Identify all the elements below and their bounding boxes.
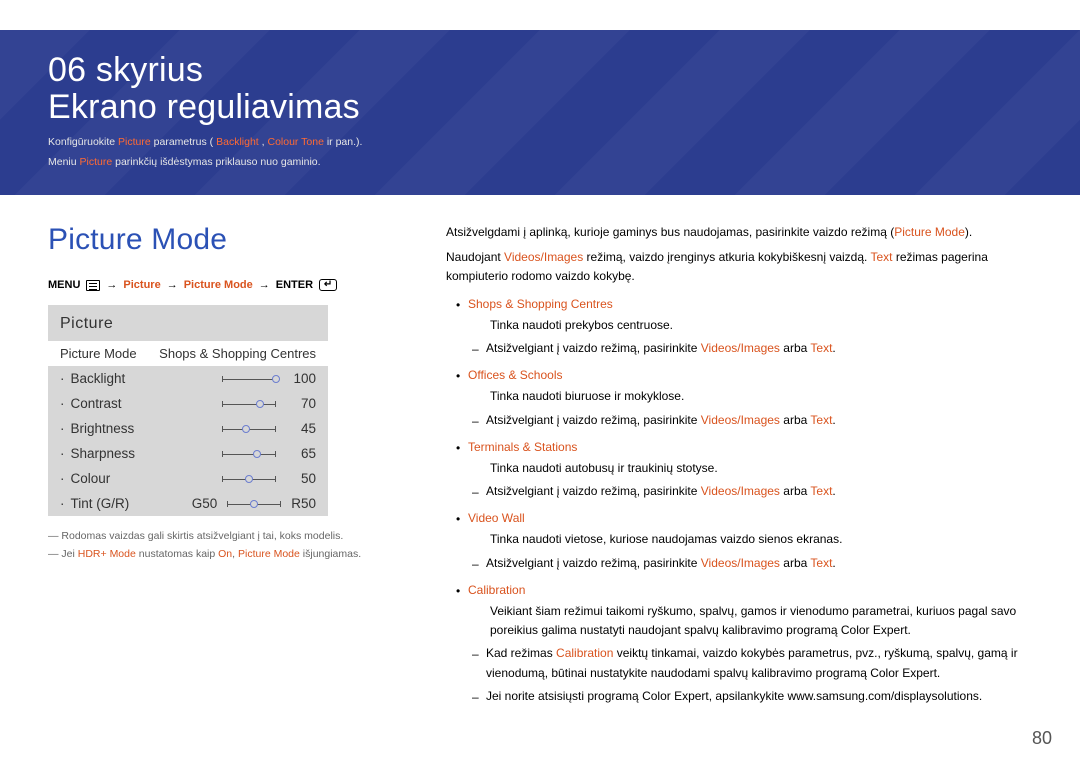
right-p1: Atsižvelgdami į aplinką, kurioje gaminys… (446, 223, 1032, 242)
arrow-icon: → (259, 279, 270, 291)
intro-text: Konfigūruokite (48, 136, 118, 148)
section-heading: Picture Mode (48, 223, 388, 257)
osd-label: Backlight (60, 371, 222, 386)
mode-sub: Atsižvelgiant į vaizdo režimą, pasirinki… (468, 554, 1032, 573)
mode-sub: Atsižvelgiant į vaizdo režimą, pasirinki… (468, 482, 1032, 501)
slider (222, 449, 276, 459)
osd-tint-r: R50 (291, 496, 316, 511)
osd-row-sharpness: Sharpness 65 (48, 441, 328, 466)
bc-enter: ENTER (276, 279, 313, 291)
osd-panel: Picture Picture Mode Shops & Shopping Ce… (48, 305, 328, 516)
osd-label: Tint (G/R) (60, 496, 182, 511)
osd-tint-g: G50 (192, 496, 218, 511)
osd-row-backlight: Backlight 100 (48, 366, 328, 391)
chapter-title: Ekrano reguliavimas (48, 88, 360, 126)
mode-videowall: Video Wall Tinka naudoti vietose, kurios… (446, 509, 1032, 573)
mode-sub: Atsižvelgiant į vaizdo režimą, pasirinki… (468, 339, 1032, 358)
osd-value: 100 (276, 371, 316, 386)
content: Picture Mode MENU → Picture → Picture Mo… (48, 223, 1032, 723)
intro-keyword-colourtone: Colour Tone (267, 136, 323, 148)
intro-keyword-backlight: Backlight (216, 136, 259, 148)
osd-label: Brightness (60, 421, 222, 436)
calibration-sub2: Jei norite atsisiųsti programą Color Exp… (468, 687, 1032, 706)
enter-icon: ↵ (319, 279, 337, 291)
mode-desc: Tinka naudoti vietose, kuriose naudojama… (468, 530, 1032, 549)
left-notes: ― Rodomas vaizdas gali skirtis atsižvelg… (48, 530, 388, 560)
left-column: Picture Mode MENU → Picture → Picture Mo… (48, 223, 388, 723)
intro-keyword-picture2: Picture (80, 156, 113, 168)
osd-row-brightness: Brightness 45 (48, 416, 328, 441)
mode-desc: Tinka naudoti autobusų ir traukinių stot… (468, 459, 1032, 478)
osd-title: Picture (48, 305, 328, 341)
mode-offices: Offices & Schools Tinka naudoti biuruose… (446, 366, 1032, 430)
osd-row-contrast: Contrast 70 (48, 391, 328, 416)
header-band: 06 skyrius Ekrano reguliavimas Konfigūru… (0, 30, 1080, 195)
mode-shops: Shops & Shopping Centres Tinka naudoti p… (446, 295, 1032, 359)
chapter-number: 06 skyrius (48, 51, 203, 89)
slider (222, 424, 276, 434)
menu-breadcrumb: MENU → Picture → Picture Mode → ENTER ↵ (48, 279, 388, 291)
arrow-icon: → (106, 279, 117, 291)
slider (222, 374, 276, 384)
mode-terminals: Terminals & Stations Tinka naudoti autob… (446, 438, 1032, 502)
osd-value: 70 (276, 396, 316, 411)
osd-value: 65 (276, 446, 316, 461)
mode-sub: Atsižvelgiant į vaizdo režimą, pasirinki… (468, 411, 1032, 430)
note-model: ― Rodomas vaizdas gali skirtis atsižvelg… (48, 530, 388, 542)
intro-keyword-picture: Picture (118, 136, 151, 148)
arrow-icon: → (167, 279, 178, 291)
osd-selected-label: Picture Mode (60, 346, 137, 361)
mode-desc: Tinka naudoti prekybos centruose. (468, 316, 1032, 335)
slider (222, 474, 276, 484)
mode-desc: Veikiant šiam režimui taikomi ryškumo, s… (468, 602, 1032, 640)
slider (222, 399, 276, 409)
mode-desc: Tinka naudoti biuruose ir mokyklose. (468, 387, 1032, 406)
right-p2: Naudojant Videos/Images režimą, vaizdo į… (446, 248, 1032, 286)
right-column: Atsižvelgdami į aplinką, kurioje gaminys… (446, 223, 1032, 723)
bc-picture: Picture (123, 279, 160, 291)
menu-icon (86, 280, 100, 291)
page-number: 80 (1032, 728, 1052, 749)
calibration-sub1: Kad režimas Calibration veiktų tinkamai,… (468, 644, 1032, 682)
osd-selected-value: Shops & Shopping Centres (159, 346, 316, 361)
osd-row-tint: Tint (G/R) G50 R50 (48, 491, 328, 516)
mode-calibration: Calibration Veikiant šiam režimui taikom… (446, 581, 1032, 706)
mode-list: Shops & Shopping Centres Tinka naudoti p… (446, 295, 1032, 706)
chapter-heading: 06 skyrius Ekrano reguliavimas (48, 52, 1032, 127)
osd-label: Sharpness (60, 446, 222, 461)
header-intro: Konfigūruokite Picture parametrus ( Back… (48, 131, 1032, 173)
osd-value: 45 (276, 421, 316, 436)
bc-picture-mode: Picture Mode (184, 279, 253, 291)
osd-label: Colour (60, 471, 222, 486)
osd-value: 50 (276, 471, 316, 486)
osd-label: Contrast (60, 396, 222, 411)
osd-row-colour: Colour 50 (48, 466, 328, 491)
bc-menu: MENU (48, 279, 80, 291)
osd-row-picture-mode: Picture Mode Shops & Shopping Centres (48, 341, 328, 366)
note-hdr: ― Jei HDR+ Mode nustatomas kaip On, Pict… (48, 548, 388, 560)
slider (227, 499, 281, 509)
